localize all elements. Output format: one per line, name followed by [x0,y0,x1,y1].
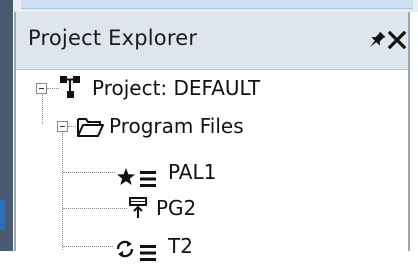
desktop-edge [0,0,13,251]
project-network-icon [58,74,82,111]
panel-titlebar: Project Explorer [16,12,408,70]
tree-item-label: PAL1 [168,160,217,184]
app-frame: Project Explorer Project: DEFAULT Progra… [0,0,418,261]
list-icon [139,237,157,273]
collapse-icon[interactable] [57,121,68,132]
tree-node-label: Program Files [109,114,244,138]
desktop-edge-accent [0,200,5,230]
selection-highlight [21,0,413,9]
tree-connector [63,208,127,209]
tree-connector [63,246,113,247]
tree-node-project[interactable]: Project: DEFAULT [16,70,408,106]
tree-item-t2[interactable]: T2 [16,228,408,264]
tree-connector [63,172,115,173]
tree-item-pg2[interactable]: PG2 [16,190,408,226]
close-icon[interactable] [385,26,409,54]
tree-item-label: PG2 [156,196,197,220]
panel-title: Project Explorer [28,26,198,50]
tree-item-pal1[interactable]: PAL1 [16,154,408,190]
project-tree[interactable]: Project: DEFAULT Program Files PAL1 PG2 … [16,70,408,261]
tree-item-label: T2 [168,234,193,258]
cycle-icon [114,235,136,271]
project-explorer-panel: Project Explorer Project: DEFAULT Progra… [14,12,410,261]
tree-node-label: Project: DEFAULT [92,76,261,100]
folder-open-icon [76,114,104,150]
tree-node-program-files[interactable]: Program Files [16,108,408,144]
top-selection-strip [13,0,418,12]
collapse-icon[interactable] [36,83,47,94]
pushbutton-icon [128,195,148,231]
